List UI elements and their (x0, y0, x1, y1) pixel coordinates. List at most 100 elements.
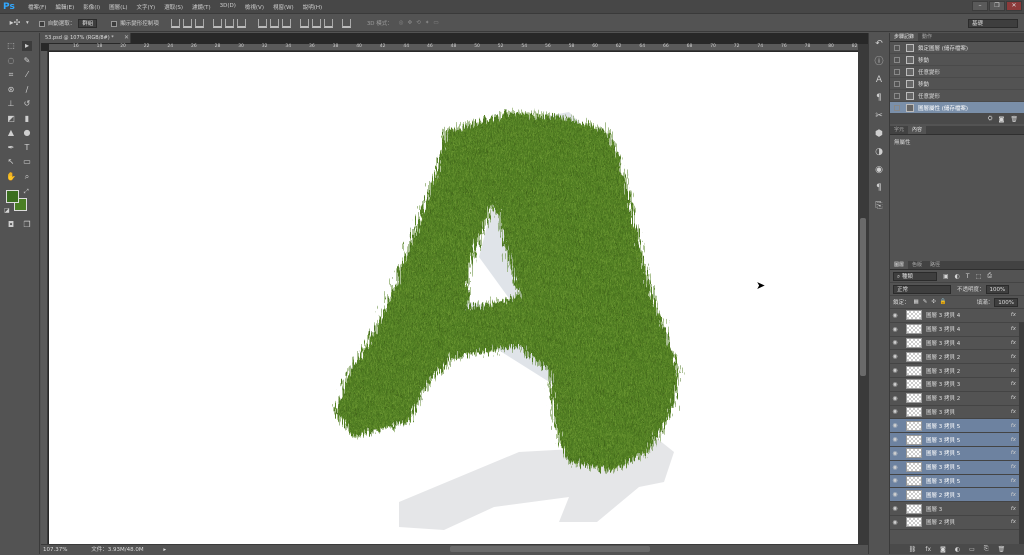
align-vcenter-icon[interactable] (182, 18, 192, 28)
filter-shape-icon[interactable]: ⬚ (976, 273, 982, 280)
layer-row[interactable]: ◉ 圖層 2 拷貝 2 fx (890, 350, 1024, 365)
auto-select-dropdown[interactable]: 群組 (78, 18, 98, 28)
show-transform-checkbox[interactable] (111, 20, 118, 27)
align-right-icon[interactable] (236, 18, 246, 28)
menu-item[interactable]: 選取(S) (164, 3, 183, 11)
type-tool-icon[interactable]: T (22, 143, 32, 153)
paragraph-styles-icon[interactable]: A (872, 73, 886, 87)
lasso-tool-icon[interactable]: ◌ (6, 56, 16, 66)
blur-tool-icon[interactable]: ▲ (6, 128, 16, 138)
eye-icon[interactable]: ◉ (890, 436, 900, 443)
move-tool-preset-icon[interactable]: ▸✣ (6, 18, 24, 28)
layer-effects-icon[interactable]: fx (1011, 409, 1016, 415)
distribute-top-icon[interactable] (257, 18, 267, 28)
menu-item[interactable]: 圖層(L) (109, 3, 127, 11)
character-styles-icon[interactable]: ¶ (872, 91, 886, 105)
adjustment-layer-icon[interactable]: ◐ (955, 546, 960, 553)
eye-icon[interactable]: ◉ (890, 505, 900, 512)
distribute-bottom-icon[interactable] (281, 18, 291, 28)
layer-effects-icon[interactable]: fx (1011, 519, 1016, 525)
eye-icon[interactable]: ◉ (890, 339, 900, 346)
layer-effects-icon[interactable]: fx (1011, 423, 1016, 429)
layer-row[interactable]: ◉ 圖層 3 拷貝 5 fx (890, 419, 1024, 434)
layer-row[interactable]: ◉ 圖層 3 拷貝 4 fx (890, 309, 1024, 323)
filter-smart-icon[interactable]: ⎙ (987, 272, 992, 280)
layer-row[interactable]: ◉ 圖層 3 fx (890, 502, 1024, 516)
new-layer-icon[interactable]: ⎘ (984, 545, 989, 553)
eye-icon[interactable]: ◉ (890, 381, 900, 388)
filter-pixel-icon[interactable]: ▣ (943, 273, 949, 280)
menu-item[interactable]: 文字(Y) (137, 3, 156, 11)
delete-layer-icon[interactable]: 🗑 (998, 546, 1006, 553)
layer-effects-icon[interactable]: fx (1011, 478, 1016, 484)
workspace-dropdown[interactable]: 基礎 (968, 18, 1018, 28)
eraser-tool-icon[interactable]: ◩ (6, 114, 16, 124)
canvas[interactable] (49, 52, 858, 544)
menu-item[interactable]: 編輯(E) (55, 3, 74, 11)
layer-row[interactable]: ◉ 圖層 3 拷貝 3 fx (890, 378, 1024, 392)
eye-icon[interactable]: ◉ (890, 312, 900, 319)
auto-align-icon[interactable] (341, 18, 351, 28)
tab-history[interactable]: 步驟記錄 (890, 33, 919, 41)
restore-button[interactable]: ❐ (989, 1, 1005, 11)
document-tab-close-icon[interactable]: ✕ (124, 34, 129, 41)
layer-effects-icon[interactable]: fx (1011, 354, 1016, 360)
layer-effects-icon[interactable]: fx (1011, 312, 1016, 318)
layer-row[interactable]: ◉ 圖層 3 拷貝 5 fx (890, 446, 1024, 461)
align-left-icon[interactable] (212, 18, 222, 28)
hand-tool-icon[interactable]: ✋ (6, 172, 16, 182)
layer-style-icon[interactable]: fx (925, 546, 931, 553)
history-item[interactable]: 移動 (890, 78, 1024, 90)
history-source-box[interactable] (894, 80, 900, 87)
filter-adjust-icon[interactable]: ◐ (955, 273, 960, 280)
eye-icon[interactable]: ◉ (890, 491, 900, 498)
clone-source-icon[interactable]: ⎘ (872, 199, 886, 213)
zoom-tool-icon[interactable]: ⌕ (22, 172, 32, 182)
info-panel-icon[interactable]: ⓘ (872, 55, 886, 69)
tab-layers[interactable]: 圖層 (890, 261, 909, 269)
layer-effects-icon[interactable]: fx (1011, 368, 1016, 374)
gradient-tool-icon[interactable]: ▮ (22, 114, 32, 124)
tab-character[interactable]: 字元 (890, 126, 908, 134)
distribute-hcenter-icon[interactable] (311, 18, 321, 28)
tab-properties[interactable]: 內容 (908, 126, 927, 134)
screen-mode-icon[interactable]: ❐ (22, 220, 32, 230)
new-document-icon[interactable]: ⛭ (988, 115, 993, 123)
snapshot-icon[interactable]: ◙ (999, 116, 1005, 123)
3d-panel-icon[interactable]: ⬢ (872, 127, 886, 141)
history-panel-icon[interactable]: ↶ (872, 37, 886, 51)
history-brush-icon[interactable]: ↺ (22, 99, 32, 109)
filter-type-icon[interactable]: T (966, 273, 970, 280)
layer-mask-icon[interactable]: ◙ (940, 546, 946, 553)
layer-filter-dropdown[interactable]: ⌕ 種類 (893, 271, 937, 281)
align-bottom-icon[interactable] (194, 18, 204, 28)
history-source-box[interactable] (894, 68, 900, 75)
minimize-button[interactable]: – (972, 1, 988, 11)
layer-row[interactable]: ◉ 圖層 3 拷貝 5 fx (890, 460, 1024, 475)
history-item[interactable]: 任意變形 (890, 66, 1024, 78)
layer-row[interactable]: ◉ 圖層 3 拷貝 4 fx (890, 337, 1024, 351)
opacity-input[interactable]: 100% (985, 284, 1010, 294)
default-colors-icon[interactable]: ◪ (4, 207, 10, 214)
history-source-box[interactable] (894, 56, 900, 63)
dropdown-arrow-icon[interactable]: ▾ (26, 20, 29, 26)
close-button[interactable]: ✕ (1006, 1, 1022, 11)
brush-tool-icon[interactable]: ∕ (22, 85, 32, 95)
menu-item[interactable]: 檔案(F) (28, 3, 46, 11)
layer-effects-icon[interactable]: fx (1011, 340, 1016, 346)
eye-icon[interactable]: ◉ (890, 450, 900, 457)
layer-row[interactable]: ◉ 圖層 3 拷貝 5 fx (890, 433, 1024, 447)
timeline-icon[interactable]: ◉ (872, 163, 886, 177)
lock-icons[interactable]: ▦✎✣🔒 (914, 299, 951, 305)
tab-channels[interactable]: 色版 (908, 261, 926, 269)
eye-icon[interactable]: ◉ (890, 408, 900, 415)
tab-actions[interactable]: 動作 (918, 33, 936, 41)
history-source-box[interactable] (894, 104, 900, 111)
eye-icon[interactable]: ◉ (890, 395, 900, 402)
vertical-scrollbar-thumb[interactable] (860, 218, 866, 376)
move-tool-icon[interactable]: ▸ (22, 41, 32, 52)
history-item[interactable]: 圖層屬性 (儲存檔案) (890, 102, 1024, 114)
layer-effects-icon[interactable]: fx (1011, 506, 1016, 512)
eye-icon[interactable]: ◉ (890, 477, 900, 484)
auto-select-checkbox[interactable] (38, 20, 45, 27)
